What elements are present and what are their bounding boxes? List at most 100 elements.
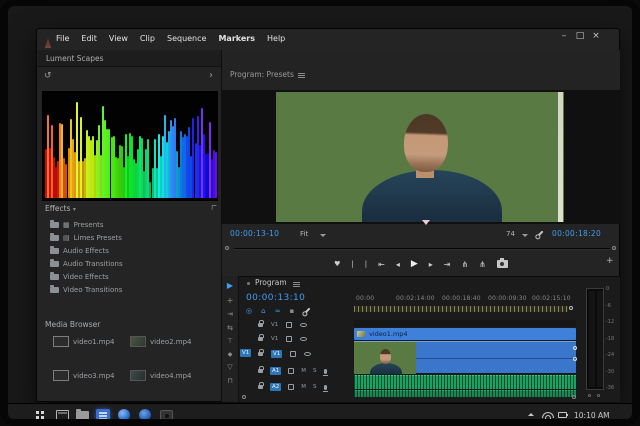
razor-tool-icon[interactable]: ⊤ — [227, 337, 233, 345]
scrubber-bar[interactable] — [234, 248, 610, 250]
mute-button[interactable]: M — [301, 368, 306, 374]
lock-icon[interactable] — [258, 320, 264, 327]
taskbar-folder-icon[interactable] — [76, 409, 89, 419]
playhead-sync-icon[interactable]: ◎ — [246, 307, 252, 315]
add-marker-icon[interactable]: ♥ — [334, 260, 340, 268]
effects-item-limes-presets[interactable]: ▤ Limes Presets — [50, 231, 218, 244]
mark-out-icon[interactable]: | — [365, 260, 367, 268]
track-select-tool-icon[interactable]: + — [227, 296, 234, 305]
effects-item-audio-transitions[interactable]: Audio Transitions — [50, 257, 218, 270]
lock-icon[interactable] — [258, 382, 264, 389]
clip-handle[interactable] — [573, 357, 577, 361]
track-header-v2[interactable]: V1 — [258, 334, 308, 342]
eye-icon[interactable] — [304, 352, 312, 356]
close-button[interactable]: × — [588, 31, 604, 41]
timeline-ruler[interactable] — [354, 306, 568, 312]
eye-icon[interactable] — [300, 337, 308, 341]
selection-tool-icon[interactable]: ▶ — [227, 281, 233, 290]
taskbar-media-icon[interactable] — [160, 410, 173, 419]
tray-expand-icon[interactable] — [528, 413, 534, 416]
refresh-icon[interactable]: ↺ — [44, 71, 52, 81]
scrubber-right-handle[interactable] — [612, 246, 616, 250]
effects-panel-title[interactable]: Effects ▾ — [45, 204, 76, 213]
start-button-icon[interactable] — [36, 411, 39, 414]
effects-item-audio-effects[interactable]: Audio Effects — [50, 244, 218, 257]
mute-button[interactable]: M — [301, 384, 306, 390]
media-item-video4[interactable]: video4.mp4 — [130, 370, 192, 381]
wifi-icon[interactable] — [542, 412, 554, 419]
export-frame-icon[interactable] — [496, 258, 508, 268]
marker-toggle-icon[interactable]: ▪ — [289, 307, 294, 315]
ripple-edit-tool-icon[interactable]: ⇥ — [227, 310, 233, 318]
minimize-button[interactable]: – — [556, 31, 572, 41]
taskbar-active-app-icon[interactable] — [96, 409, 110, 419]
menu-sequence[interactable]: Sequence — [161, 34, 212, 43]
media-item-video3[interactable]: video3.mp4 — [53, 370, 115, 381]
lock-icon[interactable] — [258, 349, 264, 356]
timecode-in[interactable]: 00:00:13-10 — [230, 229, 279, 238]
hand-tool-icon[interactable]: ⊓ — [227, 377, 232, 385]
track-target-icon[interactable] — [286, 336, 293, 342]
lock-icon[interactable] — [258, 334, 264, 341]
clip-a2-waveform[interactable] — [354, 390, 576, 397]
menu-markers[interactable]: Markers — [212, 34, 261, 43]
empty-track-lane[interactable] — [354, 320, 576, 327]
program-monitor-title[interactable]: Program: Presets — [230, 70, 294, 79]
work-area-handle[interactable] — [569, 306, 573, 310]
effects-item-video-transitions[interactable]: Video Transitions — [50, 283, 218, 296]
snap-icon[interactable]: ⌂ — [261, 307, 265, 315]
timeline-tab[interactable]: Program — [255, 278, 287, 287]
clip-v1[interactable] — [354, 341, 576, 374]
wrench-icon[interactable] — [536, 230, 544, 238]
lift-icon[interactable]: ⋔ — [461, 260, 468, 269]
mark-in-icon[interactable]: | — [351, 260, 353, 268]
effects-item-video-effects[interactable]: Video Effects — [50, 270, 218, 283]
menu-view[interactable]: View — [103, 34, 134, 43]
chevron-right-icon[interactable]: › — [209, 70, 213, 81]
lock-icon[interactable] — [258, 366, 264, 373]
media-item-video2[interactable]: video2.mp4 — [130, 336, 192, 347]
taskbar-globe-icon[interactable] — [139, 409, 151, 419]
video-preview[interactable] — [276, 92, 564, 222]
track-header-v1[interactable]: V1 — [258, 349, 312, 358]
track-label[interactable]: A2 — [270, 383, 282, 391]
track-label[interactable]: V1 — [271, 350, 283, 358]
effects-dropdown-icon[interactable]: ▾ — [73, 206, 76, 213]
tab-lument-scapes[interactable]: Lument Scapes — [46, 54, 104, 63]
clip-v2[interactable]: video1.mp4 — [354, 328, 576, 340]
panel-menu-icon[interactable] — [293, 282, 300, 283]
menu-help[interactable]: Help — [261, 34, 291, 43]
eye-icon[interactable] — [300, 323, 308, 327]
mic-icon[interactable] — [322, 368, 328, 376]
chevron-down-icon[interactable] — [522, 234, 528, 237]
playhead-marker-icon[interactable] — [422, 220, 430, 225]
maximize-button[interactable]: □ — [572, 31, 588, 41]
track-label[interactable]: A1 — [270, 367, 282, 375]
menu-clip[interactable]: Clip — [134, 34, 161, 43]
solo-button[interactable]: S — [313, 384, 317, 390]
play-icon[interactable]: ▶ — [411, 259, 418, 269]
tab-close-icon[interactable] — [247, 282, 250, 285]
clip-handle[interactable] — [573, 346, 577, 350]
clock[interactable]: 10:10 AM — [574, 411, 610, 419]
timeline-timecode[interactable]: 00:00:13:10 — [246, 293, 305, 303]
scrubber-left-handle[interactable] — [225, 246, 229, 250]
menu-edit[interactable]: Edit — [75, 34, 103, 43]
track-target-icon[interactable] — [286, 322, 293, 328]
pen-tool-icon[interactable]: ◆ — [228, 351, 233, 358]
media-browser-title[interactable]: Media Browser — [45, 320, 100, 329]
battery-icon[interactable] — [558, 412, 568, 418]
solo-button[interactable]: S — [313, 368, 317, 374]
track-target-icon[interactable] — [288, 384, 295, 390]
track-header-v3[interactable]: V1 — [258, 320, 308, 328]
clip-a1-waveform[interactable] — [354, 375, 576, 389]
rolling-edit-tool-icon[interactable]: ⇆ — [227, 324, 233, 332]
track-header-a2[interactable]: A2 M S — [258, 382, 328, 392]
source-patch-v1[interactable]: V1 — [240, 349, 252, 357]
go-to-out-icon[interactable]: ⇥ — [444, 260, 451, 269]
chevron-down-icon[interactable] — [320, 234, 326, 237]
add-button[interactable]: + — [606, 256, 614, 266]
go-to-in-icon[interactable]: ⇤ — [378, 260, 385, 269]
hscroll-right-handle[interactable] — [572, 395, 576, 399]
media-item-video1[interactable]: video1.mp4 — [53, 336, 115, 347]
